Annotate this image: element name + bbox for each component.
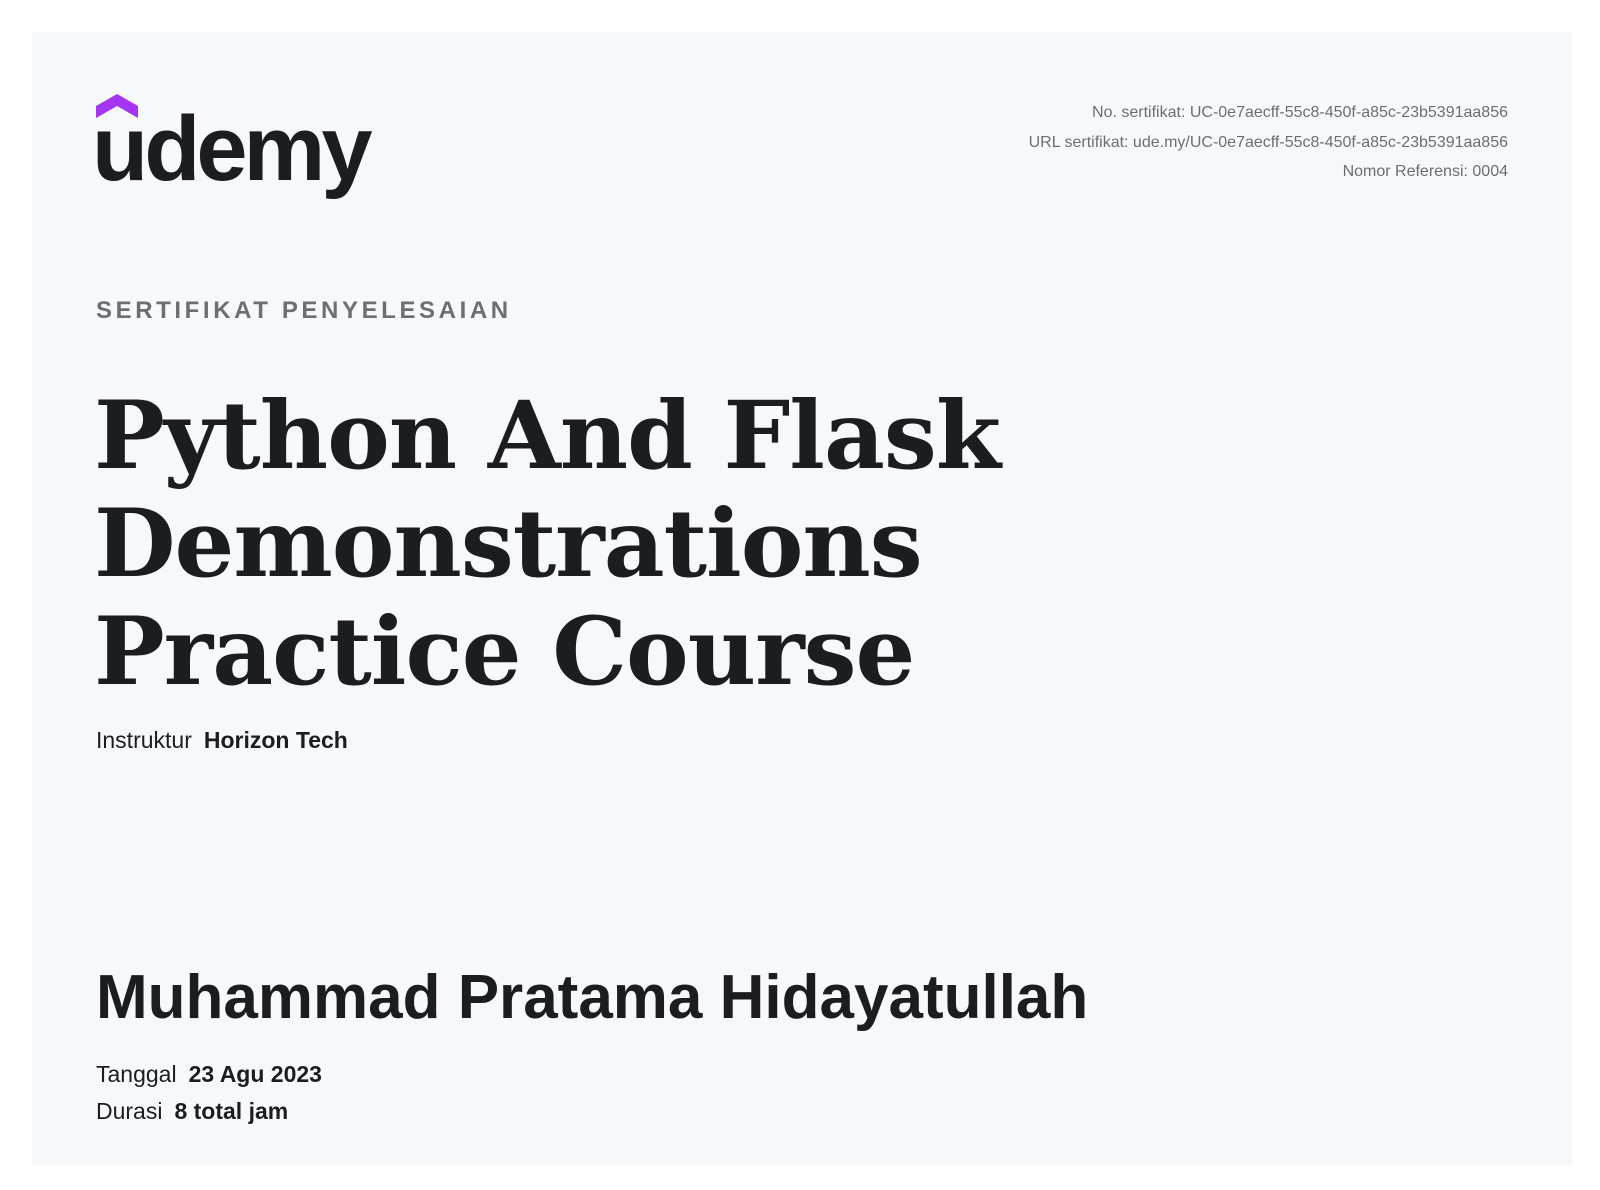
certificate-number: No. sertifikat: UC-0e7aecff-55c8-450f-a8…: [1092, 104, 1508, 121]
certificate-url: URL sertifikat: ude.my/UC-0e7aecff-55c8-…: [1028, 133, 1508, 151]
certificate-meta: No. sertifikat: UC-0e7aecff-55c8-450f-a8…: [1029, 98, 1508, 187]
reference-number: Nomor Referensi: 0004: [1342, 163, 1508, 180]
udemy-logo: udemy: [92, 94, 386, 204]
certificate-card: udemy No. sertifikat: UC-0e7aecff-55c8-4…: [32, 32, 1572, 1165]
certificate-details: Tanggal 23 Agu 2023 Durasi 8 total jam: [96, 1056, 322, 1130]
course-title: Python And Flask Demonstrations Practice…: [94, 381, 1001, 707]
certificate-type-label: SERTIFIKAT PENYELESAIAN: [96, 297, 512, 324]
date-label: Tanggal: [96, 1061, 177, 1087]
instructor-label: Instruktur: [96, 727, 192, 753]
duration-row: Durasi 8 total jam: [96, 1093, 322, 1130]
instructor-line: Instruktur Horizon Tech: [96, 727, 348, 754]
date-row: Tanggal 23 Agu 2023: [96, 1056, 322, 1093]
date-value: 23 Agu 2023: [188, 1061, 322, 1087]
instructor-name: Horizon Tech: [203, 727, 348, 753]
recipient-name: Muhammad Pratama Hidayatullah: [96, 963, 1089, 1032]
duration-label: Durasi: [96, 1098, 163, 1124]
logo-wordmark: udemy: [92, 98, 373, 200]
duration-value: 8 total jam: [174, 1098, 289, 1124]
